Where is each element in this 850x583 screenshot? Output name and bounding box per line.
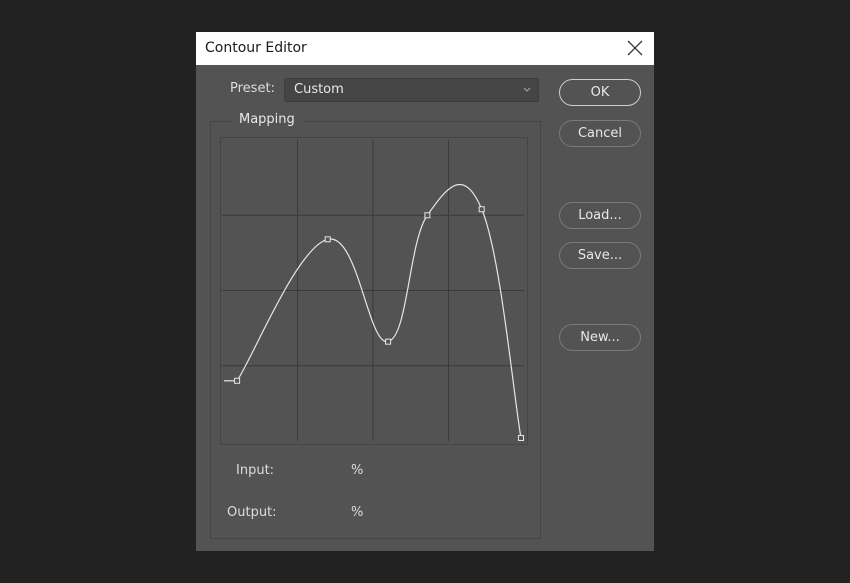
chevron-down-icon	[523, 87, 531, 92]
curve-point[interactable]	[234, 377, 241, 384]
input-unit: %	[351, 463, 364, 478]
curve-point[interactable]	[324, 236, 331, 243]
new-button[interactable]: New...	[559, 324, 641, 351]
output-label: Output:	[227, 505, 277, 520]
contour-editor-dialog: Contour Editor Preset: Custom OK Cancel …	[196, 32, 654, 551]
contour-graph[interactable]	[220, 137, 530, 447]
preset-label: Preset:	[230, 81, 275, 96]
dialog-title: Contour Editor	[205, 40, 307, 56]
curve-point[interactable]	[478, 206, 485, 213]
output-unit: %	[351, 505, 364, 520]
mapping-label: Mapping	[231, 112, 303, 127]
preset-select[interactable]: Custom	[284, 78, 539, 102]
cancel-button[interactable]: Cancel	[559, 120, 641, 147]
preset-value: Custom	[294, 82, 344, 97]
curve-point[interactable]	[424, 212, 431, 219]
input-label: Input:	[236, 463, 275, 478]
curve-point[interactable]	[517, 434, 524, 441]
load-button[interactable]: Load...	[559, 202, 641, 229]
title-bar: Contour Editor	[196, 32, 654, 65]
save-button[interactable]: Save...	[559, 242, 641, 269]
close-icon[interactable]	[626, 39, 644, 57]
ok-button[interactable]: OK	[559, 79, 641, 106]
curve-point[interactable]	[385, 338, 392, 345]
